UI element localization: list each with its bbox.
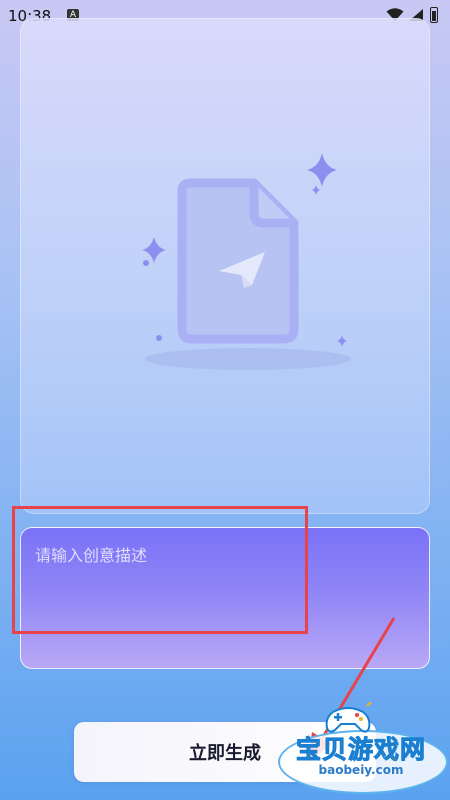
document-paper-plane-icon bbox=[142, 153, 351, 370]
battery-icon bbox=[430, 7, 438, 23]
generate-button[interactable]: 立即生成 bbox=[74, 722, 376, 782]
prompt-input[interactable] bbox=[33, 540, 417, 654]
preview-card bbox=[20, 18, 430, 514]
prompt-box bbox=[20, 527, 430, 669]
